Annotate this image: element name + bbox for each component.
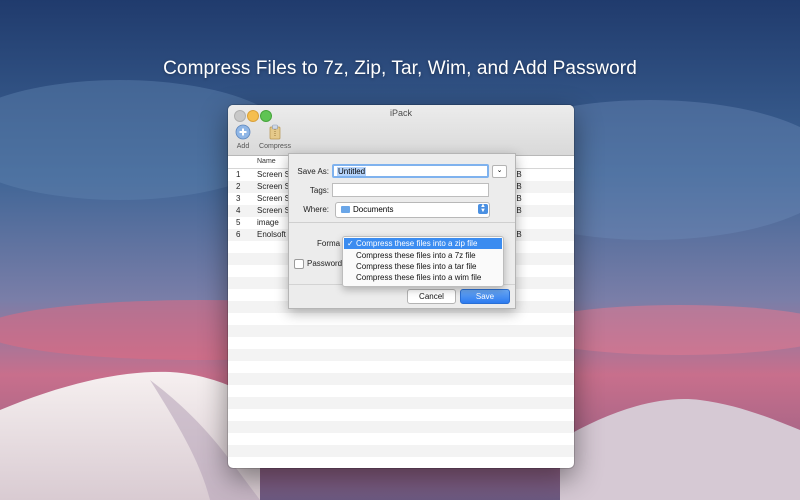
cancel-button[interactable]: Cancel [407, 289, 456, 304]
expand-dialog-button[interactable]: ⌄ [492, 165, 507, 178]
empty-row [228, 325, 574, 337]
updown-arrows-icon: ▲ ▼ [478, 203, 488, 214]
where-popup[interactable]: Documents ▲ ▼ [335, 202, 490, 218]
add-button[interactable]: Add [234, 124, 252, 150]
row-index: 2 [236, 182, 241, 191]
format-option-label: Compress these files into a tar file [356, 262, 477, 271]
row-name: Screen S [257, 194, 290, 203]
format-option-label: Compress these files into a zip file [356, 239, 478, 248]
format-option-7z[interactable]: Compress these files into a 7z file [344, 250, 502, 261]
add-label: Add [236, 143, 250, 150]
row-index: 6 [236, 230, 241, 239]
empty-row [228, 433, 574, 445]
row-index: 4 [236, 206, 241, 215]
save-as-value: Untitled [337, 167, 367, 176]
archive-icon [267, 124, 283, 140]
password-label: Password [307, 259, 343, 268]
row-index: 5 [236, 218, 241, 227]
format-option-label: Compress these files into a 7z file [356, 251, 476, 260]
empty-row [228, 445, 574, 457]
where-value: Documents [353, 205, 394, 214]
empty-row [228, 349, 574, 361]
format-option-zip[interactable]: ✓ Compress these files into a zip file [344, 238, 502, 249]
title-bar: iPack Add Compress [228, 105, 574, 156]
headline: Compress Files to 7z, Zip, Tar, Wim, and… [163, 58, 637, 79]
empty-row [228, 313, 574, 325]
folder-icon [341, 206, 350, 213]
column-name-header[interactable]: Name [257, 158, 276, 165]
password-checkbox[interactable] [294, 259, 304, 269]
tags-label: Tags: [309, 186, 329, 195]
save-as-field[interactable]: Untitled [332, 164, 489, 178]
row-name: Enolsoft [257, 230, 286, 239]
empty-row [228, 397, 574, 409]
row-name: Screen S [257, 182, 290, 191]
add-icon [235, 124, 251, 140]
where-label: Where: [303, 205, 329, 214]
save-button[interactable]: Save [460, 289, 510, 304]
chevron-down-icon: ⌄ [496, 167, 503, 174]
empty-row [228, 373, 574, 385]
row-index: 1 [236, 170, 241, 179]
empty-row [228, 337, 574, 349]
format-option-wim[interactable]: Compress these files into a wim file [344, 272, 502, 283]
save-as-label: Save As: [297, 167, 329, 176]
separator [289, 222, 515, 223]
row-name: Screen S [257, 170, 290, 179]
format-option-label: Compress these files into a wim file [356, 273, 482, 282]
row-index: 3 [236, 194, 241, 203]
empty-row [228, 421, 574, 433]
empty-row [228, 409, 574, 421]
tags-field[interactable] [332, 183, 489, 197]
checkmark-icon: ✓ [347, 239, 354, 248]
format-menu: ✓ Compress these files into a zip file C… [342, 236, 504, 287]
empty-row [228, 385, 574, 397]
row-name: image [257, 218, 279, 227]
format-option-tar[interactable]: Compress these files into a tar file [344, 261, 502, 272]
compress-label: Compress [259, 143, 291, 150]
compress-button[interactable]: Compress [256, 124, 294, 150]
format-label: Forma [317, 239, 341, 248]
window-title: iPack [389, 108, 412, 118]
row-name: Screen S [257, 206, 290, 215]
empty-row [228, 361, 574, 373]
